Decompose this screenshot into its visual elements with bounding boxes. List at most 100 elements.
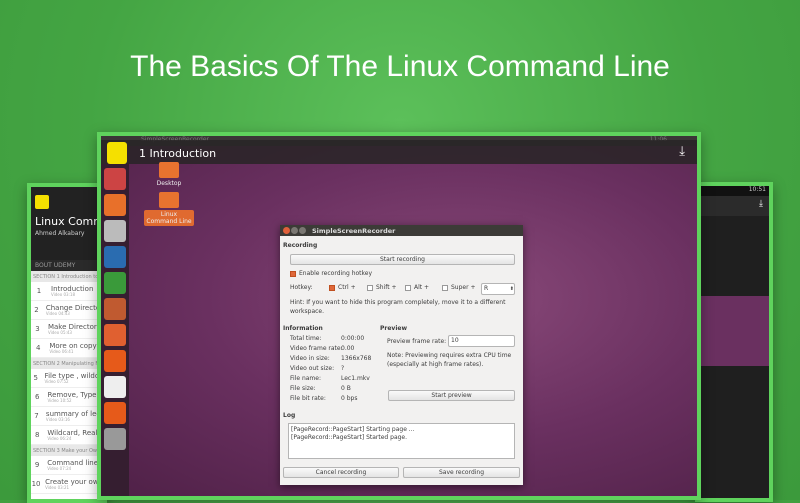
- lecture-number: 2: [34, 306, 39, 314]
- info-row: File size: 0 B: [290, 385, 380, 395]
- left-phone-screenshot: Linux Comma Ahmed Alkabary BOUT UDEMY SE…: [27, 183, 107, 503]
- course-author: Ahmed Alkabary: [35, 230, 85, 237]
- desktop-folder-icon[interactable]: [159, 162, 179, 178]
- udemy-alt-icon[interactable]: [104, 402, 126, 424]
- lecture-item[interactable]: 3 Make Directorie Video 05:43: [31, 320, 103, 339]
- lecture-item[interactable]: 9 Command line t Video 07:24: [31, 456, 103, 475]
- info-value: 0 B: [341, 385, 351, 392]
- info-value: 0 bps: [341, 395, 358, 402]
- desktop-folder-label: Desktop: [156, 180, 182, 187]
- lecture-number: 1: [36, 287, 42, 295]
- udemy-logo-icon: [107, 142, 127, 164]
- lecture-number: 6: [35, 393, 40, 401]
- download-icon[interactable]: ⤓: [699, 196, 769, 216]
- dialog-titlebar: SimpleScreenRecorder: [280, 225, 523, 236]
- info-value: Lec1.mkv: [341, 375, 370, 382]
- super-checkbox[interactable]: Super +: [442, 284, 476, 291]
- main-video-screenshot: SimpleScreenRecorder11:06 1 Introduction…: [97, 132, 701, 500]
- lecture-number: 10: [31, 480, 41, 488]
- headline: The Basics Of The Linux Command Line: [130, 50, 670, 83]
- info-value: 0.00: [341, 345, 355, 352]
- udemy-logo-icon: [35, 195, 49, 209]
- amazon-icon[interactable]: [104, 376, 126, 398]
- simplescreenrecorder-dialog: SimpleScreenRecorder Recording Start rec…: [280, 225, 523, 485]
- lecture-duration: Video 04:43: [45, 310, 70, 316]
- alt-checkbox[interactable]: Alt +: [405, 284, 429, 291]
- ubuntu-dash-icon[interactable]: [104, 168, 126, 190]
- lecture-item[interactable]: 4 More on copyin Video 06:41: [31, 339, 103, 358]
- hint-text: Hint: If you want to hide this program c…: [290, 299, 506, 315]
- curriculum-list: SECTION 1 Introduction to th 1 Introductio…: [31, 271, 103, 494]
- recording-heading: Recording: [283, 242, 318, 249]
- info-value: ?: [341, 365, 345, 372]
- lecture-duration: Video 03:18: [51, 291, 76, 297]
- firefox-icon[interactable]: [104, 194, 126, 216]
- course-title: Linux Comma: [35, 215, 107, 228]
- start-recording-button[interactable]: Start recording: [290, 254, 515, 265]
- preview-rate-input[interactable]: 10: [448, 335, 515, 347]
- course-header: Linux Comma Ahmed Alkabary: [31, 187, 103, 260]
- close-icon[interactable]: [283, 227, 290, 234]
- save-recording-button[interactable]: Save recording: [403, 467, 520, 478]
- section-header: SECTION 1 Introduction to th: [31, 271, 103, 282]
- minimize-icon[interactable]: [291, 227, 298, 234]
- stack-icon[interactable]: [104, 428, 126, 450]
- info-key: File name:: [290, 375, 321, 382]
- video-thumbnail: [699, 296, 769, 366]
- impress-icon[interactable]: [104, 298, 126, 320]
- lecture-item[interactable]: 7 summary of lect Video 03:16: [31, 407, 103, 426]
- information-table: Total time: 0:00:00 Video frame rate: 0.00 V…: [290, 335, 380, 405]
- info-row: Video out size:?: [290, 365, 380, 375]
- cancel-recording-button[interactable]: Cancel recording: [283, 467, 399, 478]
- software-center-icon[interactable]: [104, 324, 126, 346]
- download-icon[interactable]: ⤓: [679, 144, 685, 159]
- lecture-item[interactable]: 2 Change Director Video 04:43: [31, 301, 103, 320]
- lecture-item[interactable]: 10 Create your own Video 03:21: [31, 475, 103, 494]
- lecture-duration: Video 06:24: [47, 435, 72, 441]
- lecture-number: 7: [34, 412, 39, 420]
- preview-heading: Preview: [380, 325, 408, 332]
- lecture-item[interactable]: 8 Wildcard, Realiz Video 06:24: [31, 426, 103, 445]
- log-box[interactable]: [PageRecord::PageStart] Starting page ..…: [288, 423, 515, 459]
- lecture-item[interactable]: 6 Remove, Type o Video 10:52: [31, 388, 103, 407]
- info-key: Video frame rate:: [290, 345, 343, 352]
- preview-rate-label: Preview frame rate:: [387, 338, 447, 345]
- log-line: [PageRecord::PageStart] Starting page ..…: [291, 426, 415, 433]
- writer-icon[interactable]: [104, 246, 126, 268]
- info-row: Video in size: 1366x768: [290, 355, 380, 365]
- lecture-item[interactable]: 1 Introduction Video 03:18: [31, 282, 103, 301]
- lecture-title: 1 Introduction: [139, 147, 217, 160]
- udemy-icon[interactable]: [104, 350, 126, 372]
- enable-hotkey-checkbox[interactable]: Enable recording hotkey: [290, 270, 372, 277]
- info-row: File bit rate: 0 bps: [290, 395, 380, 405]
- ubuntu-desktop: SimpleScreenRecorder11:06 1 Introduction…: [101, 136, 697, 496]
- log-heading: Log: [283, 412, 296, 419]
- start-preview-button[interactable]: Start preview: [388, 390, 515, 401]
- lecture-number: 8: [34, 431, 40, 439]
- lecture-item[interactable]: 5 File type , wildca Video 07:52: [31, 369, 103, 388]
- lecture-duration: Video 05:43: [47, 329, 72, 335]
- info-value: 0:00:00: [341, 335, 365, 342]
- preview-note: Note: Previewing requires extra CPU time…: [387, 352, 512, 368]
- log-line: [PageRecord::PageStart] Started page.: [291, 434, 408, 441]
- lecture-duration: Video 07:24: [47, 465, 72, 471]
- info-key: Video out size:: [290, 365, 335, 372]
- linux-command-line-folder-icon[interactable]: [159, 192, 179, 208]
- calc-icon[interactable]: [104, 272, 126, 294]
- dialog-title: SimpleScreenRecorder: [312, 227, 396, 235]
- lecture-header: 1 Introduction ⤓: [101, 140, 697, 164]
- section-header: SECTION 3 Make your Own C: [31, 445, 103, 456]
- lecture-duration: Video 07:52: [44, 378, 69, 384]
- hotkey-key-select[interactable]: R ⬍: [481, 283, 515, 295]
- lecture-duration: Video 03:21: [45, 484, 70, 490]
- ctrl-checkbox[interactable]: Ctrl +: [329, 284, 356, 291]
- shift-checkbox[interactable]: Shift +: [367, 284, 397, 291]
- info-key: File bit rate:: [290, 395, 326, 402]
- maximize-icon[interactable]: [299, 227, 306, 234]
- about-tab[interactable]: BOUT UDEMY: [31, 260, 103, 271]
- lecture-number: 4: [35, 344, 41, 352]
- files-icon[interactable]: [104, 220, 126, 242]
- section-header: SECTION 2 Manipulating File: [31, 358, 103, 369]
- info-row: Video frame rate: 0.00: [290, 345, 380, 355]
- info-row: Total time: 0:00:00: [290, 335, 380, 345]
